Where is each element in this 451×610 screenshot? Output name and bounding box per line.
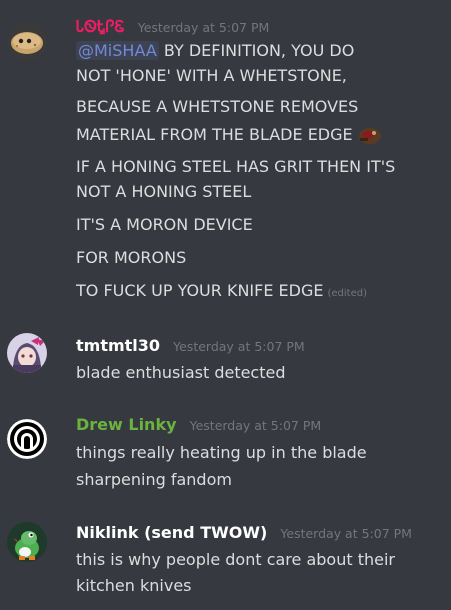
yoshi-avatar-icon[interactable] bbox=[7, 522, 47, 562]
message-line: BECAUSE A WHETSTONE REMOVES bbox=[76, 97, 359, 116]
username[interactable]: ᏓᏫᎿᎵᏋ bbox=[76, 17, 125, 36]
message-line: MATERIAL FROM THE BLADE EDGE bbox=[76, 124, 383, 146]
username[interactable]: Drew Linky bbox=[76, 415, 177, 434]
custom-emoji-icon[interactable] bbox=[357, 124, 383, 146]
potato-avatar-icon[interactable] bbox=[7, 22, 47, 62]
message-line: IT'S A MORON DEVICE bbox=[76, 215, 253, 234]
username[interactable]: tmtmtl30 bbox=[76, 336, 160, 355]
edited-label: (edited) bbox=[327, 288, 367, 299]
chat-message-list: ᏓᏫᎿᎵᏋ Yesterday at 5:07 PM @MiSHAA BY DE… bbox=[0, 0, 451, 610]
message-line: sharpening fandom bbox=[76, 470, 232, 489]
timestamp: Yesterday at 5:07 PM bbox=[280, 526, 412, 541]
message-line: NOT 'HONE' WITH A WHETSTONE, bbox=[76, 66, 347, 85]
user-mention[interactable]: @MiSHAA bbox=[76, 41, 159, 60]
message-line: FOR MORONS bbox=[76, 248, 187, 267]
message-line: blade enthusiast detected bbox=[76, 363, 286, 382]
timestamp: Yesterday at 5:07 PM bbox=[189, 418, 322, 433]
message-line: things really heating up in the blade bbox=[76, 443, 367, 462]
message-line: kitchen knives bbox=[76, 576, 192, 595]
message-line: NOT A HONING STEEL bbox=[76, 182, 252, 201]
ring-logo-avatar-icon[interactable] bbox=[7, 419, 47, 459]
timestamp: Yesterday at 5:07 PM bbox=[137, 20, 270, 35]
username[interactable]: Niklink (send TWOW) bbox=[76, 523, 267, 542]
timestamp: Yesterday at 5:07 PM bbox=[173, 339, 305, 354]
message-line: IF A HONING STEEL HAS GRIT THEN IT'S bbox=[76, 157, 396, 176]
message-line: TO FUCK UP YOUR KNIFE EDGE (edited) bbox=[76, 281, 367, 300]
anime-girl-avatar-icon[interactable] bbox=[7, 333, 47, 373]
message-line: this is why people dont care about their bbox=[76, 550, 395, 569]
message-line: @MiSHAA BY DEFINITION, YOU DO bbox=[76, 41, 355, 60]
